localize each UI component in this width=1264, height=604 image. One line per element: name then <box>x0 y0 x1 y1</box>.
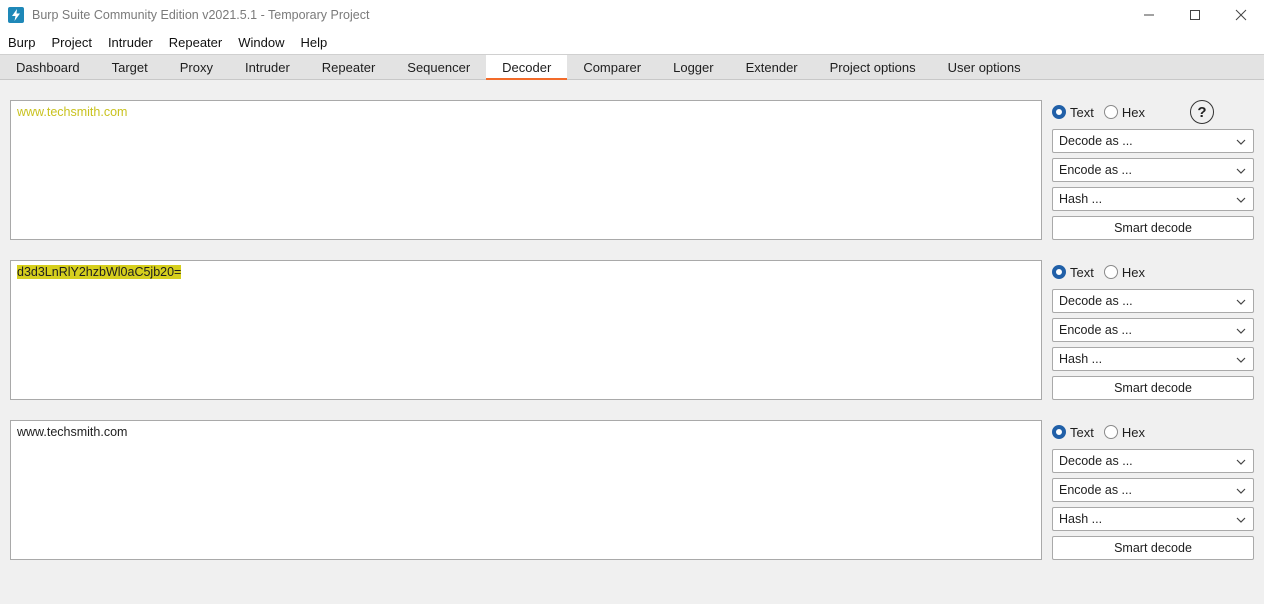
encode-as-label-2: Encode as ... <box>1059 323 1132 337</box>
menu-repeater[interactable]: Repeater <box>169 35 222 50</box>
radio-text-label-1: Text <box>1070 104 1094 120</box>
decode-as-dropdown-1[interactable]: Decode as ... <box>1052 129 1254 153</box>
chevron-down-icon <box>1236 488 1246 494</box>
menu-project[interactable]: Project <box>51 35 91 50</box>
minimize-button[interactable] <box>1126 0 1172 30</box>
radio-hex-3[interactable] <box>1103 425 1118 439</box>
tab-target[interactable]: Target <box>96 55 164 79</box>
hash-label-3: Hash ... <box>1059 512 1103 526</box>
chevron-down-icon <box>1236 299 1246 305</box>
hash-dropdown-1[interactable]: Hash ... <box>1052 187 1254 211</box>
tab-proxy[interactable]: Proxy <box>164 55 229 79</box>
decoder-controls-3: Text Hex Decode as ... Encode as ... Has… <box>1052 420 1254 560</box>
menu-intruder[interactable]: Intruder <box>108 35 153 50</box>
decoder-content-1: www.techsmith.com <box>17 105 128 119</box>
close-icon <box>1235 9 1247 21</box>
decoder-content-2: d3d3LnRlY2hzbWl0aC5jb20= <box>17 265 182 279</box>
smart-decode-button-1[interactable]: Smart decode <box>1052 216 1254 240</box>
tab-user-options[interactable]: User options <box>932 55 1037 79</box>
hash-label-2: Hash ... <box>1059 352 1103 366</box>
chevron-down-icon <box>1236 517 1246 523</box>
radio-text-2[interactable] <box>1052 265 1066 279</box>
window-title: Burp Suite Community Edition v2021.5.1 -… <box>32 8 370 22</box>
tab-comparer[interactable]: Comparer <box>567 55 657 79</box>
hash-dropdown-2[interactable]: Hash ... <box>1052 347 1254 371</box>
hash-label-1: Hash ... <box>1059 192 1103 206</box>
decoder-panel-1: www.techsmith.com Text Hex ? Decode as .… <box>10 100 1254 240</box>
radio-text-3[interactable] <box>1052 425 1066 439</box>
radio-hex-label-3: Hex <box>1121 424 1145 440</box>
format-radio-group-2: Text Hex <box>1052 260 1254 284</box>
radio-text-label-3: Text <box>1070 424 1094 440</box>
encode-as-label-1: Encode as ... <box>1059 163 1132 177</box>
chevron-down-icon <box>1236 168 1246 174</box>
main-tab-bar: Dashboard Target Proxy Intruder Repeater… <box>0 54 1264 80</box>
radio-text-label-2: Text <box>1070 264 1094 280</box>
format-radio-group-1: Text Hex <box>1052 100 1254 124</box>
tab-decoder[interactable]: Decoder <box>486 55 568 80</box>
maximize-button[interactable] <box>1172 0 1218 30</box>
burp-lightning-icon <box>8 7 24 23</box>
decoder-controls-2: Text Hex Decode as ... Encode as ... Has… <box>1052 260 1254 400</box>
radio-hex-1[interactable] <box>1103 105 1118 119</box>
tab-logger[interactable]: Logger <box>657 55 729 79</box>
menu-bar: Burp Project Intruder Repeater Window He… <box>0 30 1264 54</box>
hash-dropdown-3[interactable]: Hash ... <box>1052 507 1254 531</box>
decode-as-label-3: Decode as ... <box>1059 454 1133 468</box>
decode-as-label-1: Decode as ... <box>1059 134 1133 148</box>
decode-as-label-2: Decode as ... <box>1059 294 1133 308</box>
chevron-down-icon <box>1236 357 1246 363</box>
encode-as-dropdown-1[interactable]: Encode as ... <box>1052 158 1254 182</box>
tab-intruder[interactable]: Intruder <box>229 55 306 79</box>
decode-as-dropdown-3[interactable]: Decode as ... <box>1052 449 1254 473</box>
tab-dashboard[interactable]: Dashboard <box>0 55 96 79</box>
encode-as-dropdown-2[interactable]: Encode as ... <box>1052 318 1254 342</box>
decoder-content-3: www.techsmith.com <box>17 425 128 439</box>
radio-hex-label-1: Hex <box>1121 104 1145 120</box>
radio-hex-label-2: Hex <box>1121 264 1145 280</box>
menu-burp[interactable]: Burp <box>8 35 35 50</box>
encode-as-dropdown-3[interactable]: Encode as ... <box>1052 478 1254 502</box>
maximize-icon <box>1190 10 1200 20</box>
smart-decode-button-2[interactable]: Smart decode <box>1052 376 1254 400</box>
menu-help[interactable]: Help <box>300 35 327 50</box>
tab-sequencer[interactable]: Sequencer <box>391 55 486 79</box>
minimize-icon <box>1144 14 1154 16</box>
radio-text-1[interactable] <box>1052 105 1066 119</box>
decoder-panel-2: d3d3LnRlY2hzbWl0aC5jb20= Text Hex Decode… <box>10 260 1254 400</box>
tab-repeater[interactable]: Repeater <box>306 55 391 79</box>
decoder-input-area-2[interactable]: d3d3LnRlY2hzbWl0aC5jb20= <box>10 260 1042 400</box>
decoder-input-area-3[interactable]: www.techsmith.com <box>10 420 1042 560</box>
menu-window[interactable]: Window <box>238 35 284 50</box>
chevron-down-icon <box>1236 459 1246 465</box>
format-radio-group-3: Text Hex <box>1052 420 1254 444</box>
close-button[interactable] <box>1218 0 1264 30</box>
decoder-controls-1: Text Hex ? Decode as ... Encode as ... H… <box>1052 100 1254 240</box>
smart-decode-button-3[interactable]: Smart decode <box>1052 536 1254 560</box>
help-icon[interactable]: ? <box>1190 100 1214 124</box>
radio-hex-2[interactable] <box>1103 265 1118 279</box>
decoder-panel-3: www.techsmith.com Text Hex Decode as ...… <box>10 420 1254 560</box>
decoder-input-area-1[interactable]: www.techsmith.com <box>10 100 1042 240</box>
decode-as-dropdown-2[interactable]: Decode as ... <box>1052 289 1254 313</box>
chevron-down-icon <box>1236 328 1246 334</box>
window-controls <box>1126 0 1264 30</box>
tab-extender[interactable]: Extender <box>730 55 814 79</box>
chevron-down-icon <box>1236 197 1246 203</box>
tab-project-options[interactable]: Project options <box>814 55 932 79</box>
title-bar: Burp Suite Community Edition v2021.5.1 -… <box>0 0 1264 30</box>
encode-as-label-3: Encode as ... <box>1059 483 1132 497</box>
chevron-down-icon <box>1236 139 1246 145</box>
